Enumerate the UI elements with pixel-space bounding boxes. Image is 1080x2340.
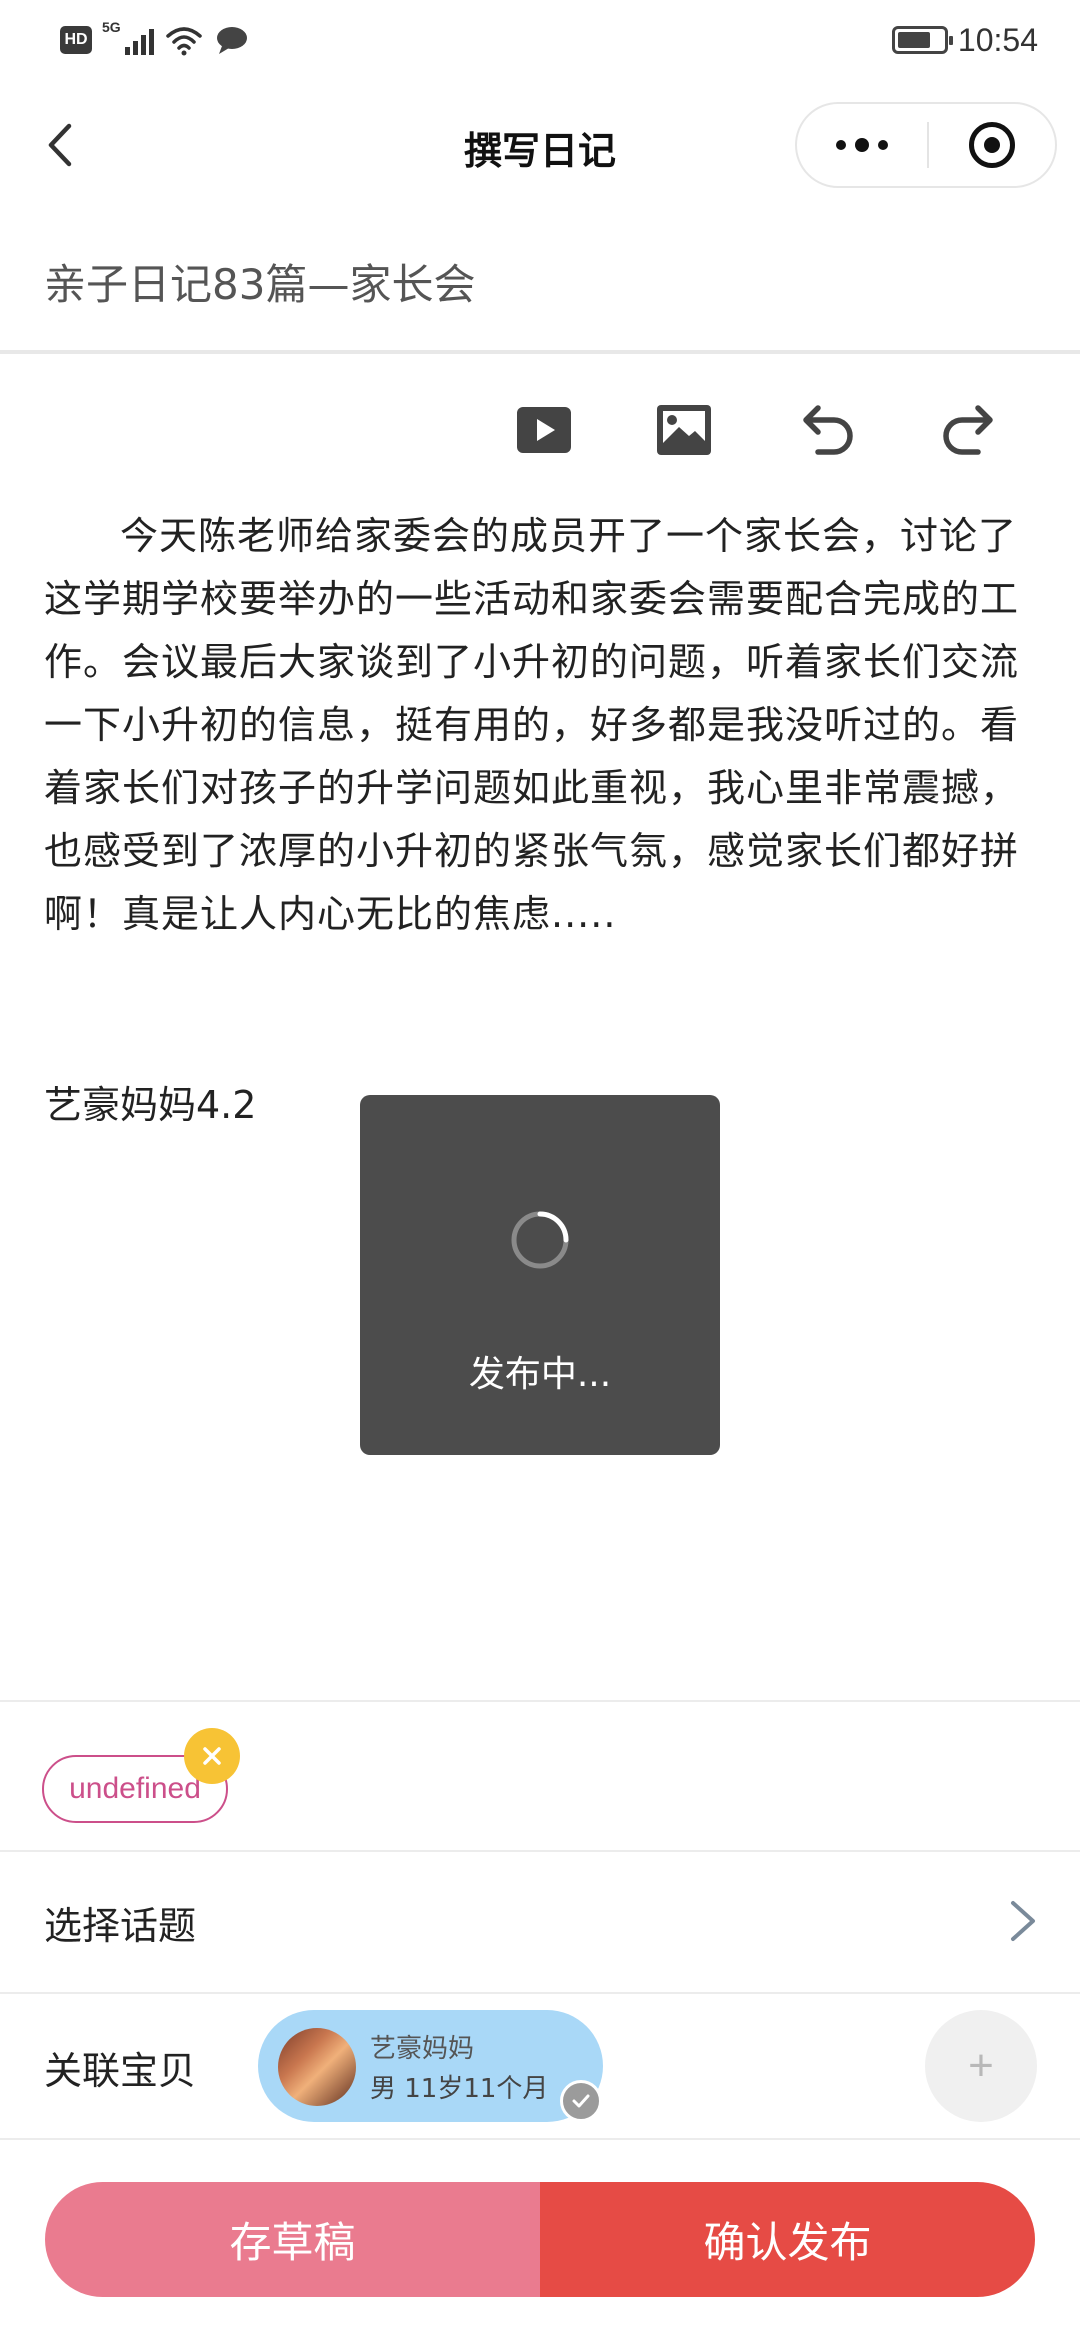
linked-baby-label: 关联宝贝: [44, 2049, 197, 2093]
close-miniprogram-button[interactable]: [929, 104, 1055, 186]
signal-icon: 5G: [102, 19, 154, 57]
redo-icon: [943, 405, 993, 455]
network-type-label: 5G: [102, 19, 121, 35]
baby-name: 艺豪妈妈: [370, 2034, 475, 2064]
loading-spinner-icon: [511, 1211, 569, 1269]
save-draft-button[interactable]: 存草稿: [45, 2182, 540, 2297]
battery-icon: [891, 26, 953, 54]
wifi-icon: [166, 27, 202, 56]
avatar: [278, 2028, 356, 2106]
diary-editor-screen: HD 5G 10:54 撰写日记 亲子日记83篇—家长会 今天陈老师给家委会的成…: [0, 0, 1080, 2340]
miniprogram-capsule: [795, 102, 1057, 188]
divider: [0, 1850, 1080, 1852]
status-right: 10:54: [891, 18, 1038, 62]
signal-bars: [125, 29, 154, 55]
divider: [0, 1700, 1080, 1702]
video-icon: [517, 407, 571, 453]
diary-title-input[interactable]: 亲子日记83篇—家长会: [44, 250, 1044, 320]
confirm-publish-button[interactable]: 确认发布: [540, 2182, 1035, 2297]
image-icon: [657, 405, 711, 455]
more-dots-icon: [836, 140, 846, 150]
insert-image-button[interactable]: [652, 398, 716, 462]
diary-signature: 艺豪妈妈4.2: [44, 1083, 257, 1127]
title-divider: [0, 350, 1080, 354]
undo-button[interactable]: [795, 398, 859, 462]
status-bar: HD 5G 10:54: [0, 0, 1080, 80]
publishing-toast: 发布中...: [360, 1095, 720, 1455]
status-time: 10:54: [957, 21, 1038, 58]
target-circle-icon: [969, 122, 1015, 168]
more-button[interactable]: [797, 104, 927, 186]
tag-remove-button[interactable]: [184, 1728, 240, 1784]
hd-badge: HD: [60, 26, 92, 54]
nav-bar: 撰写日记: [0, 80, 1080, 210]
divider: [0, 1992, 1080, 1994]
select-topic-row[interactable]: 选择话题: [44, 1895, 196, 1950]
divider: [0, 2138, 1080, 2140]
toast-message: 发布中...: [468, 1354, 612, 1395]
close-icon: [203, 1747, 221, 1765]
baby-info: 男 11岁11个月: [370, 2074, 549, 2104]
add-baby-button[interactable]: +: [925, 2010, 1037, 2122]
redo-button[interactable]: [937, 398, 1001, 462]
diary-body-editor[interactable]: 今天陈老师给家委会的成员开了一个家长会，讨论了这学期学校要举办的一些活动和家委会…: [44, 505, 1034, 946]
check-icon: [560, 2080, 602, 2122]
undo-icon: [803, 405, 853, 455]
chevron-right-icon[interactable]: [1005, 1897, 1041, 1945]
insert-video-button[interactable]: [512, 398, 576, 462]
status-left: HD 5G: [60, 19, 250, 58]
baby-card[interactable]: 艺豪妈妈 男 11岁11个月: [258, 2010, 603, 2122]
message-icon: [217, 27, 247, 54]
